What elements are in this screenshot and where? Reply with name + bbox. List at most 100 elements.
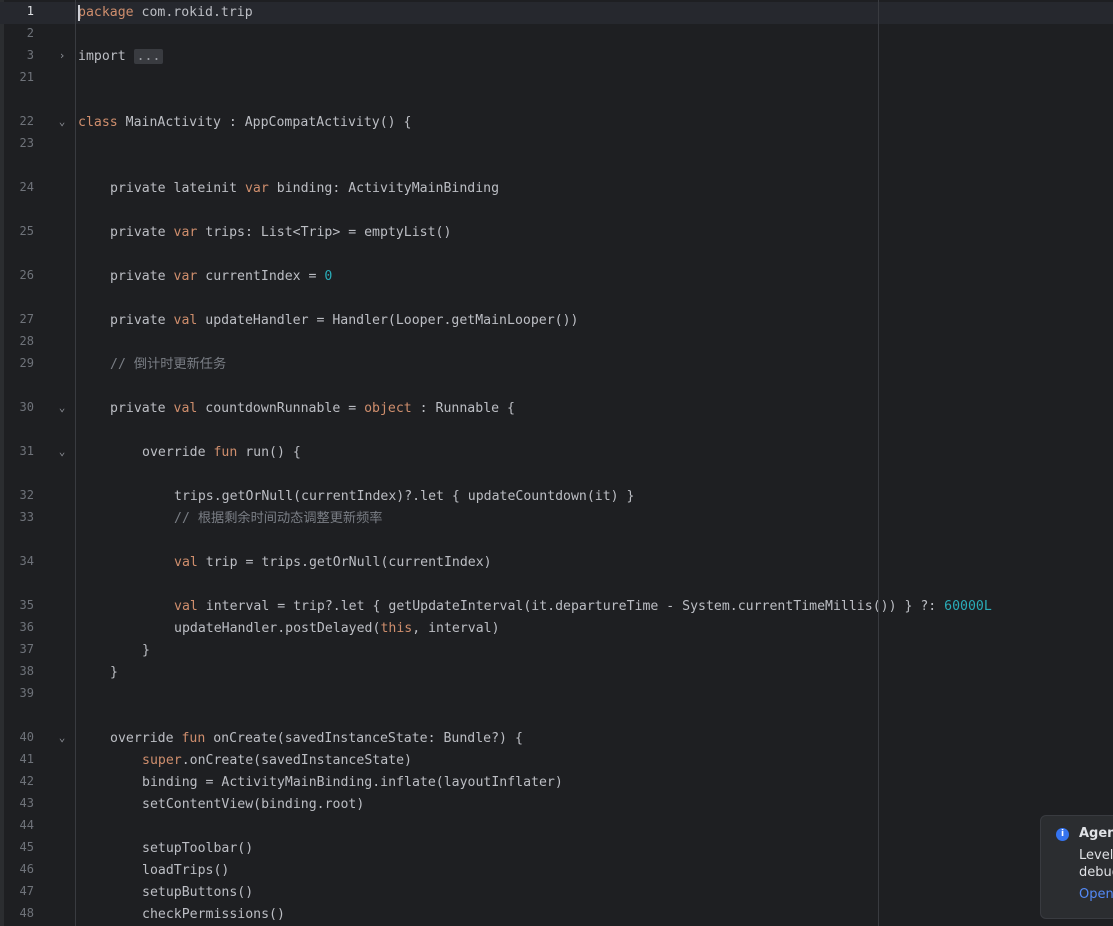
code-line[interactable]: 25 private var trips: List<Trip> = emptyL… [0, 222, 1113, 244]
line-number: 26 [19, 268, 34, 282]
code-line[interactable]: 29 // 倒计时更新任务 [0, 354, 1113, 376]
code-line[interactable]: 37} [0, 640, 1113, 662]
code-line[interactable]: 39 [0, 684, 1113, 706]
line-number: 35 [19, 598, 34, 612]
code-line[interactable]: 45 setupToolbar() [0, 838, 1113, 860]
code-line[interactable]: 42 binding = ActivityMainBinding.inflate(… [0, 772, 1113, 794]
code-token: .onCreate(savedInstanceState) [181, 753, 412, 768]
code-text: val trip = trips.getOrNull(currentIndex) [174, 554, 492, 572]
code-line[interactable]: 48 checkPermissions() [0, 904, 1113, 926]
code-line[interactable]: 2 [0, 24, 1113, 46]
agent-notification[interactable]: i Agent Level ( debug Open [1040, 815, 1113, 919]
line-number: 21 [19, 70, 34, 84]
code-line[interactable]: 43 setContentView(binding.root) [0, 794, 1113, 816]
code-token: package [78, 5, 134, 20]
code-text: private var trips: List<Trip> = emptyLis… [110, 224, 451, 242]
code-text: private val updateHandler = Handler(Loop… [110, 312, 578, 330]
notification-open-link[interactable]: Open [1079, 887, 1113, 902]
line-number: 30 [19, 400, 34, 414]
code-editor[interactable]: 1 package com.rokid.trip 2 3 › import ... 21 22… [0, 0, 1113, 926]
code-token: trips: List<Trip> = emptyList() [197, 225, 452, 240]
line-number: 27 [19, 312, 34, 326]
code-text: override fun run() { [142, 444, 301, 462]
code-token: binding = ActivityMainBinding.inflate(la… [142, 775, 563, 790]
code-token: val [173, 313, 198, 328]
line-number: 29 [19, 356, 34, 370]
fold-collapse-icon[interactable]: ⌄ [56, 402, 68, 414]
code-line[interactable]: 23 [0, 134, 1113, 156]
code-token: fun [181, 731, 206, 746]
code-line[interactable]: 24 private lateinit var binding: Activity… [0, 178, 1113, 200]
code-line[interactable]: 22 ⌄ class MainActivity : AppCompatActivit… [0, 112, 1113, 134]
code-token: override [142, 445, 214, 460]
code-text: package com.rokid.trip [78, 4, 253, 22]
code-text: // 根据剩余时间动态调整更新频率 [174, 510, 382, 528]
line-number: 41 [19, 752, 34, 766]
fold-expand-icon[interactable]: › [56, 50, 68, 62]
code-token: private [110, 225, 174, 240]
code-line[interactable]: 21 [0, 68, 1113, 90]
code-token: setContentView(binding.root) [142, 797, 365, 812]
code-token: // 倒计时更新任务 [110, 357, 227, 372]
code-text: checkPermissions() [142, 906, 285, 924]
code-line[interactable]: 46 loadTrips() [0, 860, 1113, 882]
code-text: } [110, 664, 118, 682]
code-text: loadTrips() [142, 862, 229, 880]
code-line[interactable]: 1 package com.rokid.trip [0, 2, 1113, 24]
fold-collapse-icon[interactable]: ⌄ [56, 116, 68, 128]
code-token: this [380, 621, 413, 636]
code-line[interactable]: 41 super.onCreate(savedInstanceState) [0, 750, 1113, 772]
code-token: object [364, 401, 412, 416]
line-number: 44 [19, 818, 34, 832]
code-line[interactable]: 28 [0, 332, 1113, 354]
folded-imports[interactable]: ... [133, 49, 164, 64]
code-line[interactable]: 36 updateHandler.postDelayed(this, interv… [0, 618, 1113, 640]
code-token: , interval) [412, 621, 500, 636]
fold-collapse-icon[interactable]: ⌄ [56, 732, 68, 744]
line-number: 38 [19, 664, 34, 678]
code-line[interactable]: 44 [0, 816, 1113, 838]
code-token: trips.getOrNull(currentIndex)?.let { upd… [174, 489, 635, 504]
gutter-divider [75, 0, 76, 926]
code-token: checkPermissions() [142, 907, 285, 922]
code-text: private var currentIndex = 0 [110, 268, 332, 286]
code-line[interactable]: 38} [0, 662, 1113, 684]
line-number: 32 [19, 488, 34, 502]
code-token: interval = trip?.let { getUpdateInterval… [197, 599, 945, 614]
code-line[interactable]: 3 › import ... [0, 46, 1113, 68]
code-token: com.rokid.trip [133, 5, 253, 20]
code-line[interactable]: 26 private var currentIndex = 0 [0, 266, 1113, 288]
code-token: currentIndex = [197, 269, 325, 284]
code-token: private lateinit [110, 181, 245, 196]
code-token: 0 [324, 269, 333, 284]
line-number: 39 [19, 686, 34, 700]
code-token: var [173, 225, 198, 240]
code-line[interactable]: 34 val trip = trips.getOrNull(currentInde… [0, 552, 1113, 574]
code-line[interactable]: 40 ⌄ override fun onCreate(savedInstanceSt… [0, 728, 1113, 750]
code-token: var [173, 269, 198, 284]
fold-collapse-icon[interactable]: ⌄ [56, 446, 68, 458]
line-number: 36 [19, 620, 34, 634]
notification-title: Agent [1079, 826, 1113, 841]
code-line[interactable]: 33 // 根据剩余时间动态调整更新频率 [0, 508, 1113, 530]
code-token: import [78, 49, 134, 64]
line-number: 24 [19, 180, 34, 194]
code-line[interactable]: 35 val interval = trip?.let { getUpdateIn… [0, 596, 1113, 618]
line-number: 2 [26, 26, 34, 40]
code-line[interactable]: 32 trips.getOrNull(currentIndex)?.let { u… [0, 486, 1113, 508]
code-token: var [244, 181, 269, 196]
notification-body-line: Level ( [1079, 848, 1113, 863]
code-token: 60000L [944, 599, 992, 614]
notification-body-line: debug [1079, 865, 1113, 880]
code-text: } [142, 642, 150, 660]
line-number: 3 [26, 48, 34, 62]
code-line[interactable]: 31 ⌄ override fun run() { [0, 442, 1113, 464]
code-line[interactable]: 27 private val updateHandler = Handler(Lo… [0, 310, 1113, 332]
code-token: fun [213, 445, 238, 460]
line-number: 37 [19, 642, 34, 656]
code-line[interactable]: 47 setupButtons() [0, 882, 1113, 904]
code-text: private lateinit var binding: ActivityMa… [110, 180, 499, 198]
code-line[interactable]: 30 ⌄ private val countdownRunnable = objec… [0, 398, 1113, 420]
code-token: setupButtons() [142, 885, 254, 900]
line-number: 28 [19, 334, 34, 348]
